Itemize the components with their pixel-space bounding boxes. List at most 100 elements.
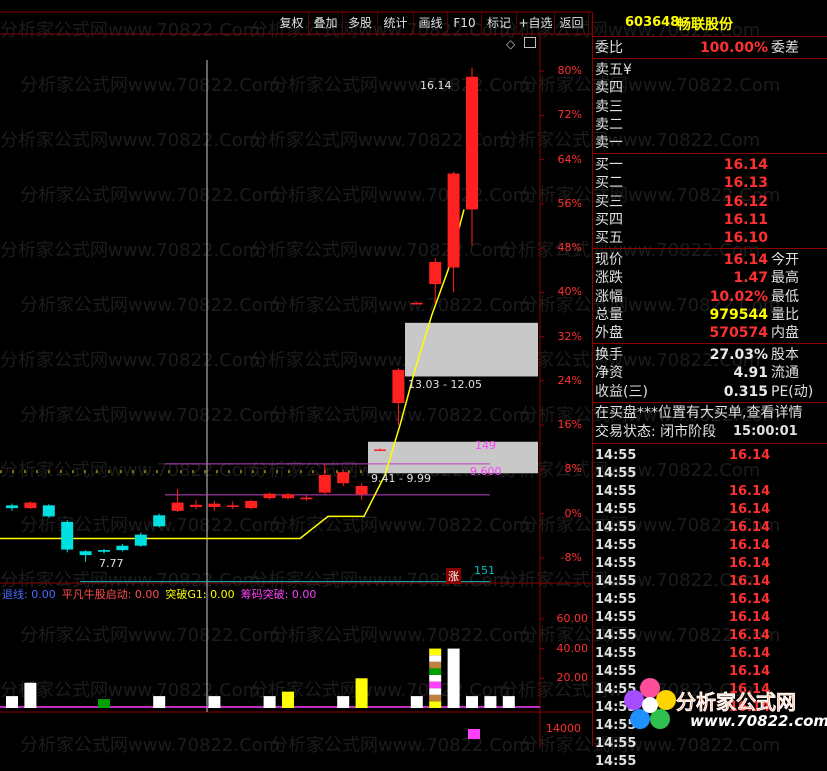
indicator-bar-segment: [429, 694, 442, 702]
indicator-bar-segment: [429, 681, 442, 689]
tick-row: 14:55 16.14: [593, 447, 827, 465]
tick-price: 16.14: [729, 609, 771, 625]
trade-status-time: 15:00:01: [733, 423, 798, 439]
candle-body: [190, 504, 202, 507]
stat2-row-2-value: 0.315: [723, 383, 768, 400]
stat-row-2-value: 10.02%: [709, 288, 768, 305]
indicator-bar: [337, 696, 350, 708]
stat-row-3: 总量 979544 量比: [593, 306, 827, 324]
stat2-row-1-value: 4.91: [733, 365, 768, 382]
tick-price: 16.14: [729, 537, 771, 553]
stat-row-1-value: 1.47: [733, 270, 768, 287]
buy-row-4-value: 16.11: [723, 211, 768, 228]
trade-status-label: 交易状态: 闭市阶段: [595, 423, 717, 440]
buy-row-5-label: 买五: [595, 230, 623, 246]
y-axis-label: 32%: [557, 329, 582, 343]
candle-body: [355, 485, 368, 495]
toolbar-button-4[interactable]: 画线: [414, 12, 448, 34]
notice-text: 在买盘***位置有大买单,查看详情: [595, 404, 803, 421]
buy-row-1-label: 买一: [595, 157, 623, 174]
tick-time: 14:55: [595, 573, 637, 589]
indicator-bar: [208, 696, 221, 708]
y-axis-label: 64%: [557, 152, 582, 166]
candle-body: [263, 493, 276, 499]
y-axis-label: 80%: [557, 64, 582, 78]
gap-zone-1: [405, 322, 538, 377]
weibi-row-right: 委差: [771, 40, 799, 56]
tick-price: 16.14: [729, 591, 771, 607]
candle-body: [466, 76, 478, 210]
candle-body: [282, 494, 294, 499]
toolbar-button-8[interactable]: 返回: [555, 12, 589, 34]
candle-body: [392, 369, 405, 404]
indicator-bar: [263, 696, 276, 708]
indicator-bar: [98, 699, 110, 708]
stat2-row-2: 收益(三) 0.315 PE(动): [593, 383, 827, 401]
buy-row-2-label: 买二: [595, 175, 623, 192]
toolbar-button-0[interactable]: 复权: [275, 12, 309, 34]
candle-body: [245, 500, 258, 509]
tick-time: 14:55: [595, 627, 637, 643]
stat-row-0-label: 现价: [595, 252, 623, 269]
buy-row-2-value: 16.13: [723, 175, 768, 192]
indicator-bar: [502, 696, 515, 708]
toolbar-button-7[interactable]: +自选: [517, 12, 555, 34]
toolbar-button-1[interactable]: 叠加: [309, 12, 343, 34]
candle-body: [24, 502, 37, 509]
stock-code: 603648: [625, 15, 680, 30]
candle-body: [6, 505, 18, 509]
indicator-bar: [24, 682, 37, 708]
toolbar-button-6[interactable]: 标记: [482, 12, 517, 34]
weibi-row-label: 委比: [595, 40, 623, 56]
sell-row-1-label: 卖一: [595, 135, 623, 151]
y-axis-label: -8%: [560, 550, 582, 564]
indicator-bar-segment: [429, 688, 442, 695]
indicator-legend-item: 退线: 0.00: [2, 588, 56, 601]
tick-time: 14:55: [595, 447, 637, 463]
tick-price: 16.14: [729, 555, 771, 571]
indicator-bar-segment: [429, 668, 442, 675]
tick-time: 14:55: [595, 519, 637, 535]
indicator-bottom-bar: [468, 729, 480, 739]
candle-body: [429, 261, 442, 285]
sell-row-4-label: 卖四: [595, 80, 623, 97]
logo: 分析家公式网 www.70822.com: [620, 674, 827, 736]
indicator-bar: [466, 696, 478, 708]
stat-row-4-value: 570574: [709, 325, 768, 341]
notice-row[interactable]: 在买盘***位置有大买单,查看详情: [593, 404, 827, 422]
tick-price: 16.14: [729, 483, 771, 499]
indicator-bar-segment: [429, 661, 442, 669]
sell-row-3: 卖三: [593, 98, 827, 116]
high-price-label: 16.14: [420, 79, 452, 92]
buy-row-3: 买三 16.12: [593, 193, 827, 211]
diamond-icon[interactable]: ◇: [506, 37, 515, 51]
toolbar-button-2[interactable]: 多股: [343, 12, 378, 34]
sell-row-2-label: 卖二: [595, 116, 623, 133]
tick-time: 14:55: [595, 753, 637, 769]
tick-time: 14:55: [595, 465, 637, 481]
tick-row: 14:55 16.14: [593, 483, 827, 501]
level-9600-label: 9.600: [470, 465, 502, 478]
indicator-bar-segment: [429, 655, 442, 662]
tick-row: 14:55 16.14: [593, 501, 827, 519]
stat-row-1-label: 涨跌: [595, 270, 623, 287]
y-axis-label: 72%: [557, 108, 582, 122]
toolbar-button-3[interactable]: 统计: [378, 12, 414, 34]
gap-zone-2-label: 9.41 - 9.99: [371, 472, 431, 485]
candle-body: [42, 505, 55, 517]
level-151-label: 151: [474, 564, 495, 577]
restore-icon[interactable]: [524, 37, 536, 48]
logo-title: 分析家公式网: [676, 686, 796, 715]
y-axis-label: 24%: [557, 373, 582, 387]
buy-row-2: 买二 16.13: [593, 174, 827, 192]
stat-row-0-right: 今开: [771, 252, 799, 269]
quote-panel: 603648 畅联股份 委比 100.00% 委差 卖五¥ 卖四 卖三 卖二 卖一 买一 16.1…: [592, 12, 827, 769]
candle-body: [300, 497, 313, 500]
toolbar-button-5[interactable]: F10: [448, 12, 482, 34]
tick-price: 16.14: [729, 645, 771, 661]
zhang-badge[interactable]: 涨: [446, 568, 461, 584]
sell-row-3-label: 卖三: [595, 98, 623, 115]
tick-row: 14:55 16.14: [593, 645, 827, 663]
y-axis-label: 16%: [557, 418, 582, 432]
stat-row-4: 外盘 570574 内盘: [593, 324, 827, 342]
